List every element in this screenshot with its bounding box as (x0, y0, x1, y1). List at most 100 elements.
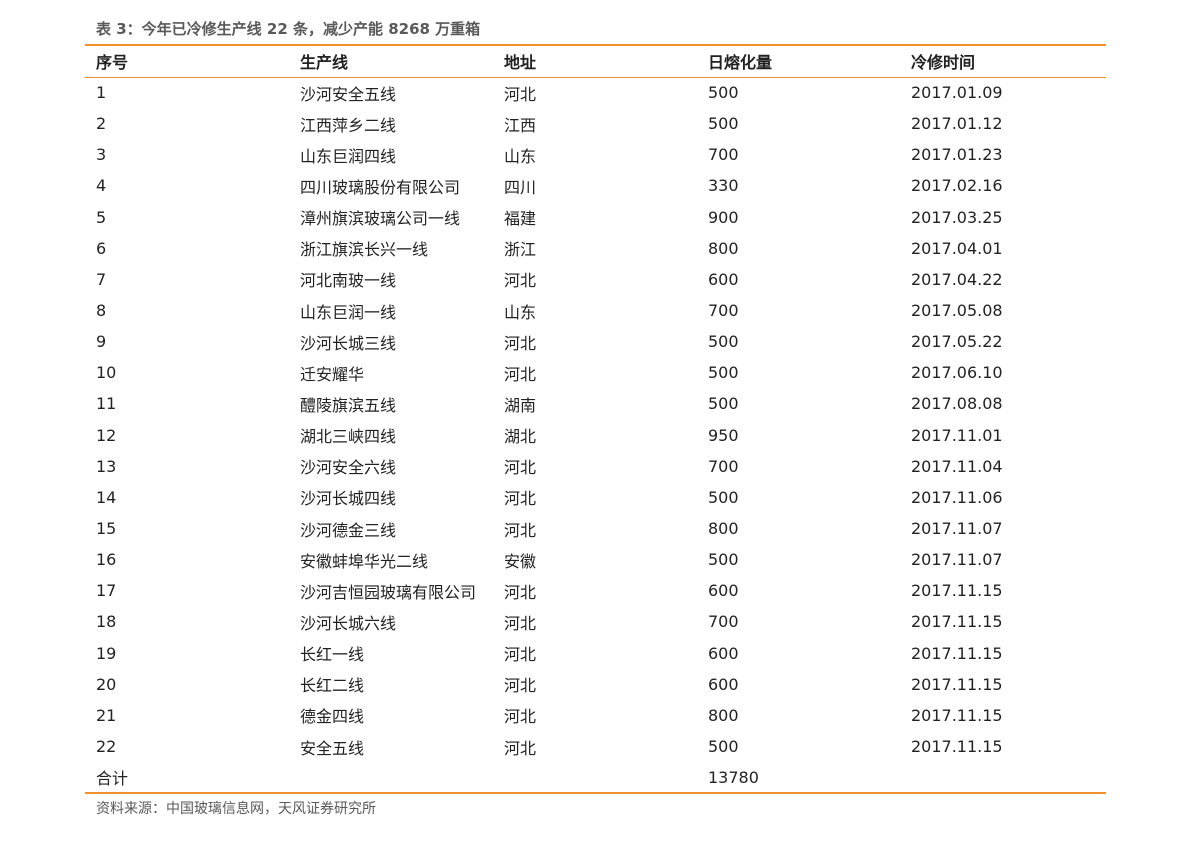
table-row: 15 沙河德金三线 河北 800 2017.11.07 (85, 513, 1106, 544)
cell-cold-repair-date: 2017.01.12 (911, 114, 1003, 134)
cell-index: 8 (96, 301, 107, 321)
document-page: 表 3：今年已冷修生产线 22 条，减少产能 8268 万重箱 序号 生产线 地… (85, 14, 1106, 824)
header-cold-repair-date: 冷修时间 (911, 53, 976, 73)
cell-daily-melt: 500 (708, 83, 739, 103)
cell-daily-melt: 500 (708, 363, 739, 383)
cell-production-line: 沙河安全五线 (300, 84, 397, 104)
cell-production-line: 沙河长城四线 (300, 489, 397, 509)
table-header: 序号 生产线 地址 日熔化量 冷修时间 (85, 45, 1106, 77)
cell-index: 20 (96, 674, 117, 694)
cell-location: 河北 (504, 271, 537, 291)
cell-production-line: 沙河德金三线 (300, 520, 397, 540)
table-row: 22 安全五线 河北 500 2017.11.15 (85, 731, 1106, 762)
table-row: 12 湖北三峡四线 湖北 950 2017.11.01 (85, 420, 1106, 451)
cell-index: 15 (96, 519, 117, 539)
cell-daily-melt: 600 (708, 581, 739, 601)
table-row: 19 长红一线 河北 600 2017.11.15 (85, 638, 1106, 669)
cell-index: 17 (96, 581, 117, 601)
cell-location: 河北 (504, 84, 537, 104)
table-row: 7 河北南玻一线 河北 600 2017.04.22 (85, 264, 1106, 295)
cell-location: 安徽 (504, 551, 537, 571)
header-row: 序号 生产线 地址 日熔化量 冷修时间 (85, 45, 1106, 77)
total-daily-melt: 13780 (708, 767, 759, 787)
cell-location: 河北 (504, 676, 537, 696)
cell-index: 22 (96, 737, 117, 757)
cell-daily-melt: 500 (708, 487, 739, 507)
cell-production-line: 迁安耀华 (300, 364, 365, 384)
cell-daily-melt: 700 (708, 612, 739, 632)
cell-cold-repair-date: 2017.11.07 (911, 550, 1003, 570)
table-row: 9 沙河长城三线 河北 500 2017.05.22 (85, 326, 1106, 357)
cell-cold-repair-date: 2017.01.23 (911, 145, 1003, 165)
cell-cold-repair-date: 2017.11.15 (911, 705, 1003, 725)
total-row: 合计 13780 (85, 762, 1106, 794)
cell-cold-repair-date: 2017.08.08 (911, 394, 1003, 414)
table-row: 6 浙江旗滨长兴一线 浙江 800 2017.04.01 (85, 233, 1106, 264)
cell-index: 6 (96, 238, 107, 258)
cell-production-line: 江西萍乡二线 (300, 115, 397, 135)
header-index: 序号 (96, 53, 129, 73)
cell-location: 四川 (504, 177, 537, 197)
cell-cold-repair-date: 2017.11.15 (911, 643, 1003, 663)
table-row: 20 长红二线 河北 600 2017.11.15 (85, 669, 1106, 700)
cell-cold-repair-date: 2017.05.08 (911, 301, 1003, 321)
cell-cold-repair-date: 2017.11.06 (911, 487, 1003, 507)
header-production-line: 生产线 (300, 53, 349, 73)
cell-cold-repair-date: 2017.11.04 (911, 456, 1003, 476)
cell-daily-melt: 700 (708, 145, 739, 165)
cell-production-line: 长红二线 (300, 676, 365, 696)
cell-index: 2 (96, 114, 107, 134)
cell-index: 4 (96, 176, 107, 196)
table-row: 16 安徽蚌埠华光二线 安徽 500 2017.11.07 (85, 544, 1106, 575)
cell-location: 河北 (504, 645, 537, 665)
table-row: 13 沙河安全六线 河北 700 2017.11.04 (85, 451, 1106, 482)
cell-index: 19 (96, 643, 117, 663)
cell-index: 13 (96, 456, 117, 476)
cell-daily-melt: 600 (708, 674, 739, 694)
cell-location: 福建 (504, 209, 537, 229)
cell-location: 浙江 (504, 240, 537, 260)
source-note: 资料来源：中国玻璃信息网，天风证券研究所 (96, 801, 376, 818)
cell-location: 河北 (504, 520, 537, 540)
table-row: 14 沙河长城四线 河北 500 2017.11.06 (85, 482, 1106, 513)
table-row: 10 迁安耀华 河北 500 2017.06.10 (85, 357, 1106, 388)
cell-daily-melt: 500 (708, 332, 739, 352)
cell-production-line: 四川玻璃股份有限公司 (300, 177, 461, 197)
cell-production-line: 沙河安全六线 (300, 458, 397, 478)
cell-production-line: 沙河长城三线 (300, 333, 397, 353)
table-row: 21 德金四线 河北 800 2017.11.15 (85, 700, 1106, 731)
cell-index: 5 (96, 207, 107, 227)
cell-cold-repair-date: 2017.11.15 (911, 737, 1003, 757)
total-empty-2 (493, 762, 697, 793)
cell-daily-melt: 600 (708, 269, 739, 289)
cell-production-line: 湖北三峡四线 (300, 427, 397, 447)
cell-daily-melt: 800 (708, 705, 739, 725)
cell-index: 11 (96, 394, 117, 414)
cell-cold-repair-date: 2017.04.22 (911, 269, 1003, 289)
cell-location: 山东 (504, 146, 537, 166)
cell-index: 10 (96, 363, 117, 383)
cell-production-line: 沙河吉恒园玻璃有限公司 (300, 582, 477, 602)
cell-location: 河北 (504, 458, 537, 478)
cell-cold-repair-date: 2017.05.22 (911, 332, 1003, 352)
cell-location: 河北 (504, 364, 537, 384)
cell-production-line: 河北南玻一线 (300, 271, 397, 291)
cell-production-line: 浙江旗滨长兴一线 (300, 240, 429, 260)
cell-index: 1 (96, 83, 107, 103)
cell-production-line: 安全五线 (300, 738, 365, 758)
table-row: 2 江西萍乡二线 江西 500 2017.01.12 (85, 108, 1106, 139)
cell-location: 河北 (504, 613, 537, 633)
cell-cold-repair-date: 2017.11.01 (911, 425, 1003, 445)
cell-index: 3 (96, 145, 107, 165)
cell-daily-melt: 700 (708, 301, 739, 321)
total-label: 合计 (96, 769, 129, 789)
cell-location: 江西 (504, 115, 537, 135)
cell-location: 湖南 (504, 395, 537, 415)
cell-production-line: 醴陵旗滨五线 (300, 395, 397, 415)
table-row: 1 沙河安全五线 河北 500 2017.01.09 (85, 77, 1106, 108)
cell-daily-melt: 500 (708, 737, 739, 757)
cell-index: 12 (96, 425, 117, 445)
cell-index: 16 (96, 550, 117, 570)
cell-production-line: 德金四线 (300, 707, 365, 727)
cell-production-line: 漳州旗滨玻璃公司一线 (300, 209, 461, 229)
